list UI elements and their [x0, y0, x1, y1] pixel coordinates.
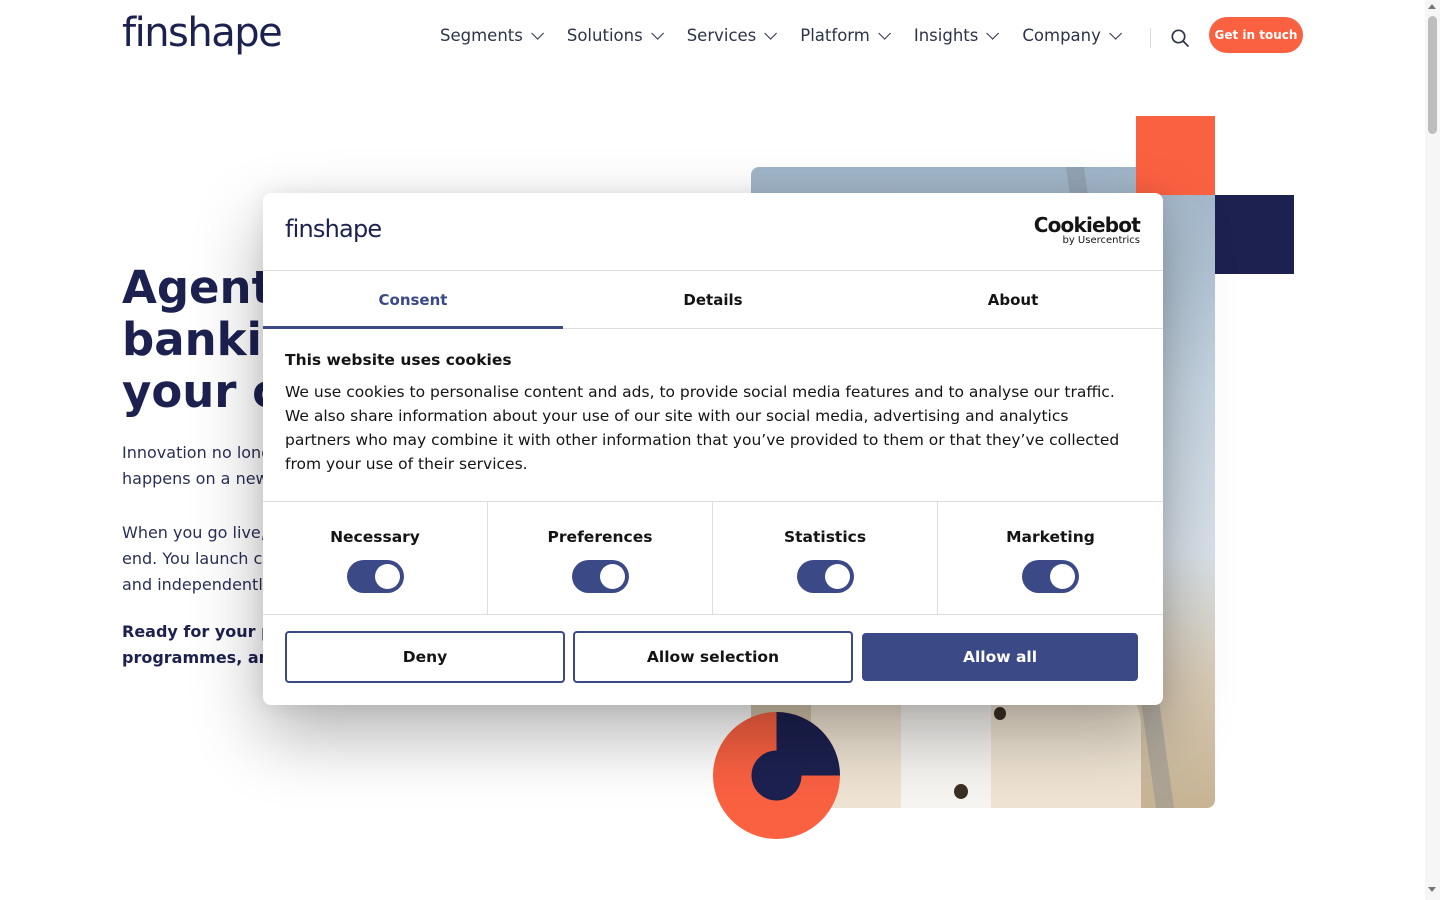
decorative-navy-square — [1215, 195, 1294, 274]
toggle-knob — [1050, 564, 1075, 589]
nav-item-segments[interactable]: Segments — [440, 26, 544, 45]
nav-item-platform[interactable]: Platform — [800, 26, 891, 45]
cookiebot-name: Cookiebot — [1033, 213, 1141, 237]
chevron-down-icon — [878, 27, 891, 40]
marketing-toggle[interactable] — [1022, 560, 1079, 593]
tab-about[interactable]: About — [863, 271, 1163, 328]
category-statistics: Statistics — [713, 502, 938, 615]
preferences-toggle[interactable] — [571, 560, 629, 593]
category-marketing: Marketing — [938, 502, 1163, 615]
photo-coat-button — [954, 784, 968, 799]
dialog-actions: Deny Allow selection Allow all — [285, 631, 1140, 683]
nav-item-label: Insights — [913, 26, 979, 45]
statistics-toggle[interactable] — [796, 560, 854, 593]
dialog-header: finshape Cookiebot by Usercentrics — [263, 193, 1163, 271]
cookie-consent-dialog: finshape Cookiebot by Usercentrics Conse… — [263, 193, 1163, 705]
tab-details[interactable]: Details — [563, 271, 863, 328]
nav-item-label: Segments — [440, 26, 523, 45]
finshape-logo[interactable]: finshape — [122, 10, 283, 56]
nav-divider — [1150, 28, 1151, 48]
category-label: Preferences — [547, 528, 653, 546]
allow-selection-button[interactable]: Allow selection — [573, 631, 853, 683]
nav-item-insights[interactable]: Insights — [913, 26, 1000, 45]
get-in-touch-button[interactable]: Get in touch — [1209, 17, 1303, 53]
category-label: Statistics — [783, 528, 867, 546]
scroll-up-icon[interactable] — [1428, 4, 1436, 9]
photo-coat-button — [994, 707, 1006, 720]
decorative-orange-square — [1136, 116, 1215, 195]
category-necessary: Necessary — [263, 502, 488, 615]
nav-item-label: Solutions — [566, 26, 643, 45]
chevron-down-icon — [650, 27, 664, 40]
allow-all-button[interactable]: Allow all — [862, 633, 1138, 681]
search-icon[interactable] — [1170, 28, 1190, 48]
toggle-knob — [599, 564, 625, 589]
dialog-tabs: Consent Details About — [263, 271, 1163, 329]
nav-item-services[interactable]: Services — [686, 26, 778, 45]
dialog-heading: This website uses cookies — [285, 351, 512, 369]
nav-item-label: Platform — [800, 26, 870, 45]
category-preferences: Preferences — [488, 502, 713, 615]
category-label: Marketing — [1006, 528, 1095, 546]
site-header: finshape Segments Solutions Services Pla… — [0, 0, 1425, 75]
nav-item-label: Services — [686, 26, 757, 45]
nav-item-label: Company — [1022, 26, 1101, 45]
toggle-knob — [824, 564, 850, 589]
scroll-down-icon[interactable] — [1428, 887, 1436, 892]
deny-button[interactable]: Deny — [285, 631, 565, 683]
tab-consent[interactable]: Consent — [263, 271, 563, 329]
page-scrollbar[interactable] — [1425, 0, 1440, 900]
dialog-description: We use cookies to personalise content an… — [285, 383, 1120, 473]
chevron-down-icon — [986, 27, 1000, 40]
cookiebot-logo[interactable]: Cookiebot by Usercentrics — [1033, 213, 1141, 247]
nav-item-company[interactable]: Company — [1022, 26, 1122, 45]
dialog-body: This website uses cookies We use cookies… — [285, 351, 1125, 476]
category-label: Necessary — [330, 528, 420, 546]
scrollbar-thumb[interactable] — [1428, 16, 1437, 134]
decorative-donut-shape — [713, 712, 840, 839]
chevron-down-icon — [531, 27, 544, 40]
main-nav: Segments Solutions Services Platform Ins… — [440, 26, 1145, 45]
chevron-down-icon — [1109, 27, 1122, 40]
toggle-knob — [374, 564, 400, 589]
finshape-logo: finshape — [285, 215, 382, 243]
chevron-down-icon — [764, 27, 778, 40]
nav-item-solutions[interactable]: Solutions — [566, 26, 664, 45]
consent-categories: Necessary Preferences Statistics Marketi… — [263, 501, 1163, 615]
necessary-toggle[interactable] — [346, 560, 404, 593]
